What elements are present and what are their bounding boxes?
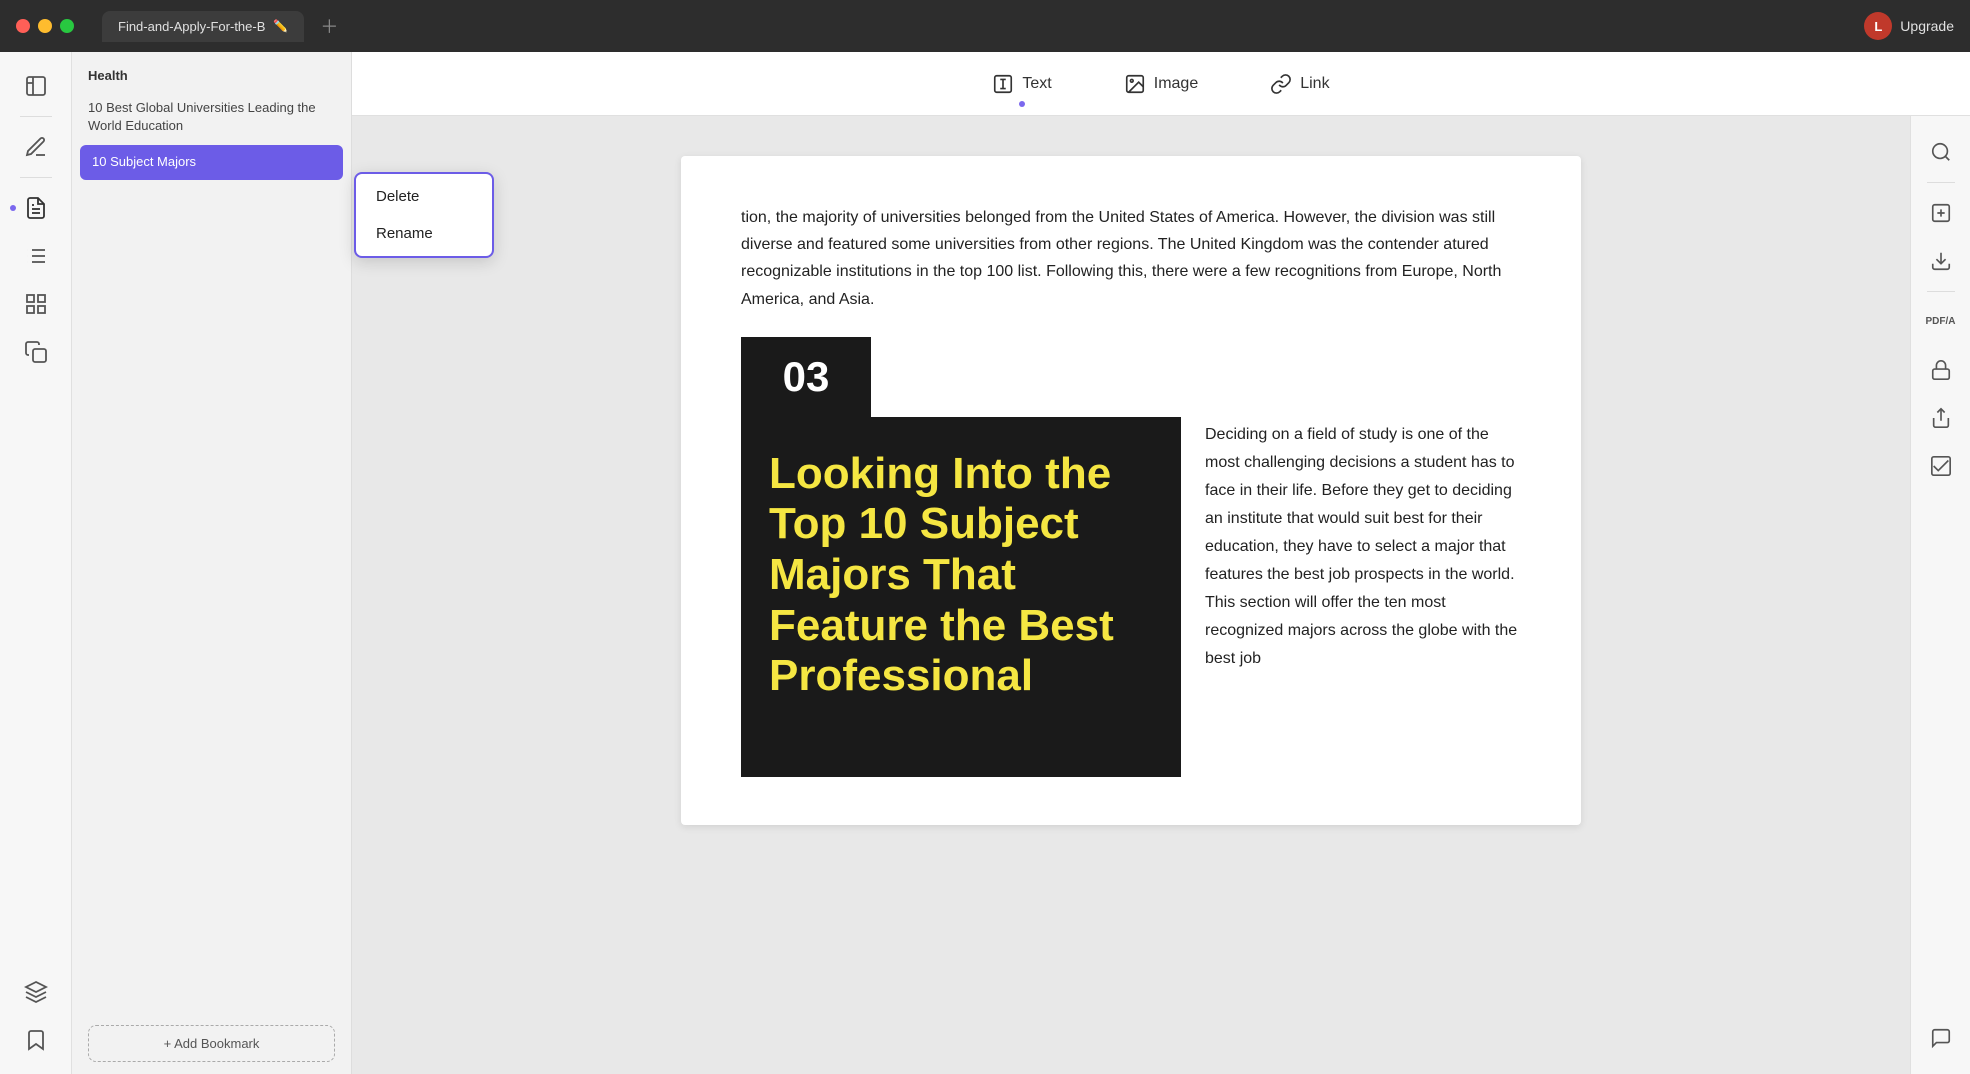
doc-scroll-area: tion, the majority of universities belon… [352, 116, 1970, 1074]
active-indicator [10, 205, 16, 211]
add-bookmark-button[interactable]: + Add Bookmark [88, 1025, 335, 1062]
edit-icon[interactable]: ✏️ [273, 19, 288, 33]
check-icon-button[interactable] [1921, 446, 1961, 486]
context-menu: Delete Rename [354, 172, 494, 258]
new-tab-button[interactable]: ＋ [312, 9, 346, 43]
section-cover: Looking Into the Top 10 Subject Majors T… [741, 417, 1181, 777]
link-tool-button[interactable]: Link [1254, 65, 1345, 103]
link-tool-icon [1270, 73, 1292, 95]
right-sidebar: PDF/A [1910, 116, 1970, 1074]
list-icon-button[interactable] [14, 234, 58, 278]
doc-content[interactable]: tion, the majority of universities belon… [352, 116, 1910, 1074]
save-icon-button[interactable] [1921, 241, 1961, 281]
upgrade-button[interactable]: Upgrade [1900, 18, 1954, 34]
tab-area: Find-and-Apply-For-the-B ✏️ ＋ [102, 9, 346, 43]
app-container: Health 10 Best Global Universities Leadi… [0, 52, 1970, 1074]
titlebar-right: L Upgrade [1864, 12, 1954, 40]
maximize-button[interactable] [60, 19, 74, 33]
pdfa-icon-button[interactable]: PDF/A [1921, 302, 1961, 342]
ocr-icon-button[interactable] [1921, 193, 1961, 233]
divider [20, 116, 52, 117]
search-icon-button[interactable] [1921, 132, 1961, 172]
outline-item-universities[interactable]: 10 Best Global Universities Leading the … [72, 91, 351, 143]
context-delete[interactable]: Delete [356, 178, 492, 215]
section-cover-text: Looking Into the Top 10 Subject Majors T… [769, 449, 1153, 702]
context-rename[interactable]: Rename [356, 215, 492, 252]
share-icon-button[interactable] [1921, 398, 1961, 438]
section-number: 03 [783, 353, 830, 401]
image-tool-button[interactable]: Image [1108, 65, 1214, 103]
minimize-button[interactable] [38, 19, 52, 33]
divider2 [20, 177, 52, 178]
main-content: Text Image Link [352, 52, 1970, 1074]
doc-page: tion, the majority of universities belon… [681, 156, 1581, 825]
tab-title: Find-and-Apply-For-the-B [118, 19, 265, 34]
active-tab[interactable]: Find-and-Apply-For-the-B ✏️ [102, 11, 304, 42]
lock-icon-button[interactable] [1921, 350, 1961, 390]
layers-icon-button[interactable] [14, 970, 58, 1014]
grid-icon-button[interactable] [14, 282, 58, 326]
user-avatar: L [1864, 12, 1892, 40]
right-divider-2 [1927, 291, 1955, 292]
chat-icon-button[interactable] [1921, 1018, 1961, 1058]
image-tool-icon [1124, 73, 1146, 95]
outline-panel: Health 10 Best Global Universities Leadi… [72, 52, 352, 1074]
titlebar: Find-and-Apply-For-the-B ✏️ ＋ L Upgrade [0, 0, 1970, 52]
left-icon-bar [0, 52, 72, 1074]
link-tool-label: Link [1300, 75, 1329, 93]
outline-item-majors[interactable]: 10 Subject Majors [80, 145, 343, 179]
outline-icon-button[interactable] [14, 186, 58, 230]
bookmarks-icon-button[interactable] [14, 64, 58, 108]
top-toolbar: Text Image Link [352, 52, 1970, 116]
text-tool-icon [992, 73, 1014, 95]
image-tool-label: Image [1154, 75, 1198, 93]
pen-icon-button[interactable] [14, 125, 58, 169]
text-tool-button[interactable]: Text [976, 65, 1067, 103]
outline-footer: + Add Bookmark [72, 1013, 351, 1074]
bookmark-icon-button[interactable] [14, 1018, 58, 1062]
section-number-box: 03 [741, 337, 871, 417]
outline-header: Health [72, 52, 351, 91]
pdfa-label: PDF/A [1926, 317, 1956, 327]
traffic-lights [16, 19, 74, 33]
section-description: Deciding on a field of study is one of t… [1205, 417, 1521, 777]
right-divider-1 [1927, 182, 1955, 183]
section-image-area: Looking Into the Top 10 Subject Majors T… [741, 417, 1521, 777]
text-tool-label: Text [1022, 75, 1051, 93]
close-button[interactable] [16, 19, 30, 33]
copy-icon-button[interactable] [14, 330, 58, 374]
doc-paragraph-1: tion, the majority of universities belon… [741, 204, 1521, 313]
